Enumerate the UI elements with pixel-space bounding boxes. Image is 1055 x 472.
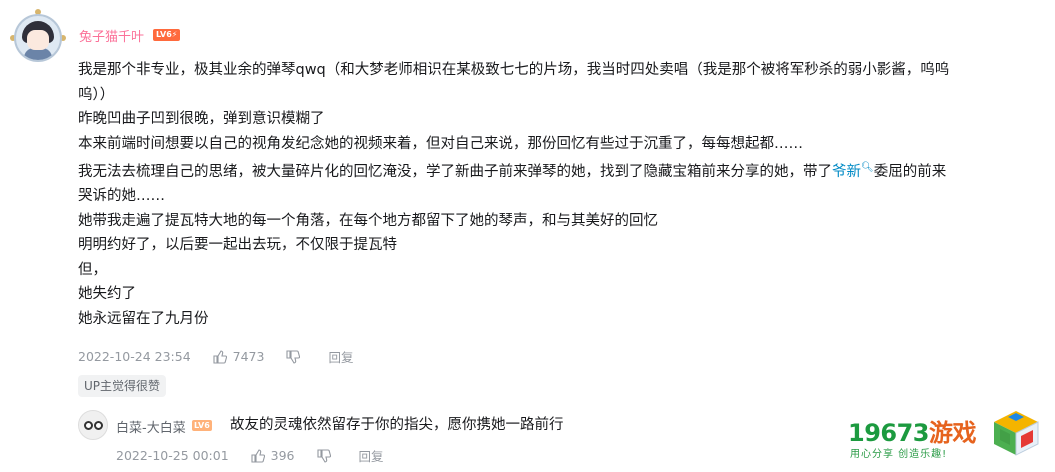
reply-username[interactable]: 白菜-大白菜 — [116, 417, 186, 436]
topic-link-text: 爷新 — [832, 163, 861, 180]
comment-line: 她失约了 — [78, 286, 136, 303]
comment-username[interactable]: 兔子猫千叶 — [79, 26, 144, 45]
reply-level-badge: LV6 — [192, 420, 212, 431]
watermark-number: 19673 — [848, 419, 930, 447]
watermark-title: 19673游戏 — [848, 413, 977, 448]
reply-dislike-button[interactable] — [316, 448, 337, 463]
watermark-slogan: 用心分享 创造乐趣! — [850, 449, 948, 460]
comment-line: 我是那个非专业，极其业余的弹琴qwq（和大梦老师相识在某极致七七的片场，我当时四… — [78, 62, 950, 78]
reply-like-count: 396 — [270, 448, 295, 463]
cube-logo-icon — [994, 411, 1039, 456]
comment-line: 呜）） — [78, 86, 115, 103]
avatar-eye — [94, 421, 103, 430]
comment-body: 我是那个非专业，极其业余的弹琴qwq（和大梦老师相识在某极致七七的片场，我当时四… — [78, 58, 1043, 331]
comment-meta: 2022-10-24 23:54 7473 回复 — [78, 347, 375, 366]
like-button[interactable]: 7473 — [213, 349, 265, 364]
reply-button[interactable]: 回复 — [328, 347, 353, 366]
topic-search-link[interactable]: 爷新🔍︎ — [832, 162, 874, 180]
comment-line: 但， — [78, 261, 107, 278]
comment-line: 我无法去梳理自己的思绪，被大量碎片化的回忆淹没，学了新曲子前来弹琴的她，找到了隐… — [78, 156, 1043, 184]
reply-timestamp: 2022-10-25 00:01 — [116, 448, 229, 463]
comment-timestamp: 2022-10-24 23:54 — [78, 349, 191, 364]
comment-line: 本来前端时间想要以自己的视角发纪念她的视频来着，但对自己来说，那份回忆有些过于沉… — [78, 135, 803, 152]
avatar-eye — [84, 421, 93, 430]
dislike-button[interactable] — [286, 349, 306, 364]
reply-like-button[interactable]: 396 — [251, 448, 295, 463]
reply-user-avatar[interactable] — [78, 410, 108, 440]
watermark-brand: 游戏 — [929, 419, 977, 447]
comment-line: 明明约好了，以后要一起出去玩，不仅限于提瓦特 — [78, 237, 397, 254]
comment-line: 昨晚凹曲子凹到很晚，弹到意识模糊了 — [78, 111, 325, 127]
comment-line: 她带我走遍了提瓦特大地的每一个角落，在每个地方都留下了她的琴声，和与其美好的回忆 — [78, 212, 658, 229]
comment-line: 她永远留在了九月份 — [78, 310, 209, 327]
thumbs-up-icon — [213, 349, 227, 364]
avatar-image — [14, 14, 62, 62]
thumbs-down-icon — [286, 349, 301, 364]
user-avatar[interactable] — [8, 8, 68, 68]
reply-reply-button[interactable]: 回复 — [359, 446, 384, 465]
comment-text: 我无法去梳理自己的思绪，被大量碎片化的回忆淹没，学了新曲子前来弹琴的她，找到了隐… — [78, 163, 832, 180]
thumbs-down-icon — [316, 448, 331, 463]
reply-text: 故友的灵魂依然留存于你的指尖，愿你携她一路前行 — [230, 417, 564, 433]
comment-text: 委屈的前来 — [873, 163, 947, 180]
search-icon: 🔍︎ — [861, 162, 874, 173]
like-count: 7473 — [232, 349, 265, 364]
user-level-badge: LV6⚡ — [153, 29, 181, 41]
up-liked-tag: UP主觉得很赞 — [78, 375, 167, 397]
watermark-logo: 19673游戏 用心分享 创造乐趣! — [842, 407, 1047, 467]
thumbs-up-icon — [251, 448, 265, 463]
reply-meta: 2022-10-25 00:01 396 回复 — [116, 446, 406, 465]
comment-line: 哭诉的她…… — [78, 188, 165, 205]
